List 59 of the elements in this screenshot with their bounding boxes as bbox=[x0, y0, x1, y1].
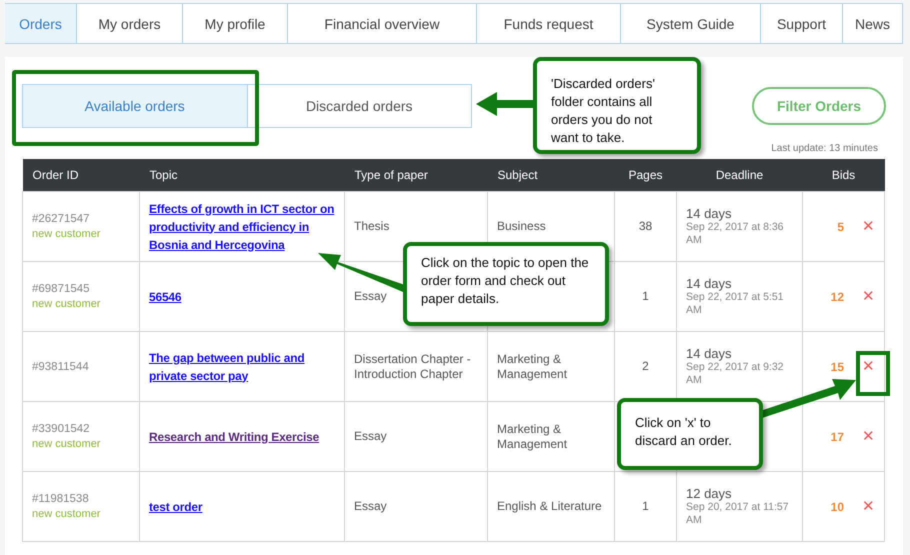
column-header: Bids bbox=[802, 159, 884, 192]
customer-tag: new customer bbox=[32, 227, 130, 242]
deadline-days: 14 days bbox=[686, 276, 793, 291]
customer-tag: new customer bbox=[32, 437, 130, 452]
subject-text: Marketing & Management bbox=[497, 352, 568, 380]
deadline-date: Sep 20, 2017 at 11:57 AM bbox=[686, 501, 790, 527]
column-header: Type of paper bbox=[344, 159, 488, 192]
arrow bbox=[476, 92, 534, 116]
callout: Click on 'x' to discard an order. bbox=[617, 398, 763, 470]
page-count: 1 bbox=[642, 289, 649, 303]
nav-tab[interactable]: Orders bbox=[5, 3, 77, 44]
subject-text: Business bbox=[497, 219, 546, 233]
column-header: Topic bbox=[140, 159, 344, 192]
deadline-date: Sep 22, 2017 at 5:51 AM bbox=[686, 291, 784, 317]
deadline-days: 12 days bbox=[686, 486, 793, 501]
order-id: #93811544 bbox=[32, 360, 89, 372]
bid-count: 12 bbox=[830, 290, 844, 304]
deadline-date: Sep 22, 2017 at 9:32 AM bbox=[686, 361, 784, 387]
column-header: Deadline bbox=[676, 159, 802, 192]
page-count: 1 bbox=[642, 499, 649, 513]
order-id: #26271547 bbox=[32, 213, 90, 225]
column-header: Order ID bbox=[22, 159, 140, 192]
deadline-days: 14 days bbox=[686, 206, 793, 221]
bid-count: 10 bbox=[830, 500, 844, 514]
customer-tag: new customer bbox=[32, 507, 130, 522]
paper-type: Essay bbox=[354, 289, 387, 303]
nav-tab[interactable]: My orders bbox=[77, 3, 183, 44]
topic-link[interactable]: test order bbox=[149, 498, 202, 516]
subject-text: English & Literature bbox=[497, 499, 602, 513]
paper-type: Essay bbox=[354, 499, 387, 513]
bid-count: 15 bbox=[830, 360, 844, 374]
deadline-date: Sep 22, 2017 at 8:36 AM bbox=[686, 221, 784, 247]
highlight-frame bbox=[856, 351, 890, 396]
paper-type: Dissertation Chapter - Introduction Chapter bbox=[354, 352, 471, 380]
nav-tab[interactable]: Financial overview bbox=[288, 3, 477, 44]
folder-tab[interactable]: Available orders bbox=[23, 85, 246, 127]
page-count: 2 bbox=[642, 359, 649, 373]
subject-text: Marketing & Management bbox=[497, 422, 568, 450]
topic-link[interactable]: 56546 bbox=[149, 288, 182, 306]
deadline-days: 14 days bbox=[686, 346, 793, 361]
order-id: #69871545 bbox=[32, 283, 90, 295]
column-header: Pages bbox=[614, 159, 676, 192]
nav-tab[interactable]: News bbox=[843, 3, 903, 44]
nav-tab[interactable]: Support bbox=[761, 3, 843, 44]
nav-tab[interactable]: System Guide bbox=[621, 3, 761, 44]
bid-count: 5 bbox=[837, 220, 844, 234]
customer-tag: new customer bbox=[32, 297, 130, 312]
column-header: Subject bbox=[488, 159, 614, 192]
order-id: #11981538 bbox=[32, 493, 89, 505]
callout: Click on the topic to open the order form and check out paper details. bbox=[403, 242, 609, 326]
nav-tab[interactable]: My profile bbox=[183, 3, 288, 44]
paper-type: Essay bbox=[354, 429, 387, 443]
nav-tab[interactable]: Funds request bbox=[477, 3, 621, 44]
last-update-text: Last update: 13 minutes bbox=[771, 143, 878, 154]
callout: 'Discarded orders' folder contains all orders you do not want to take. bbox=[533, 57, 701, 154]
paper-type: Thesis bbox=[354, 219, 390, 233]
order-id: #33901542 bbox=[32, 423, 90, 435]
bid-count: 17 bbox=[830, 430, 844, 444]
page-count: 38 bbox=[638, 219, 652, 233]
